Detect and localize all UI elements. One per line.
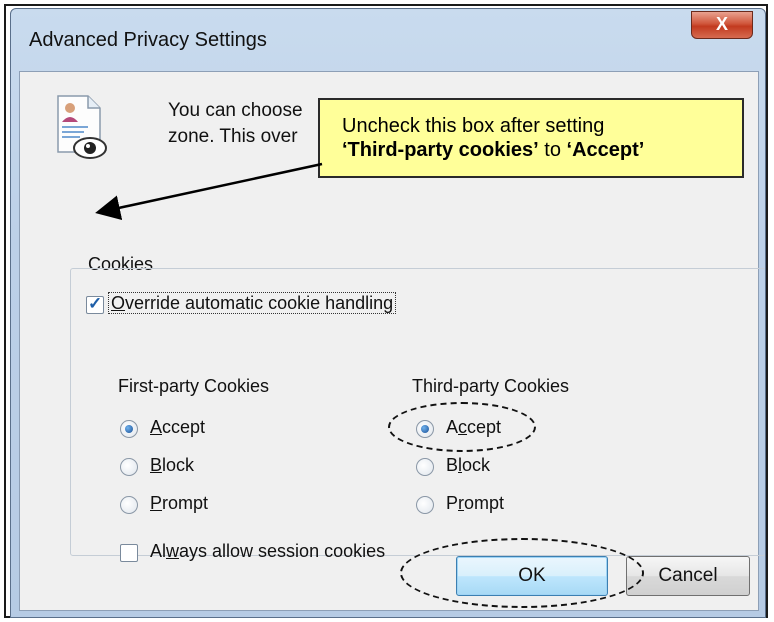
callout-arrow — [95, 162, 323, 220]
